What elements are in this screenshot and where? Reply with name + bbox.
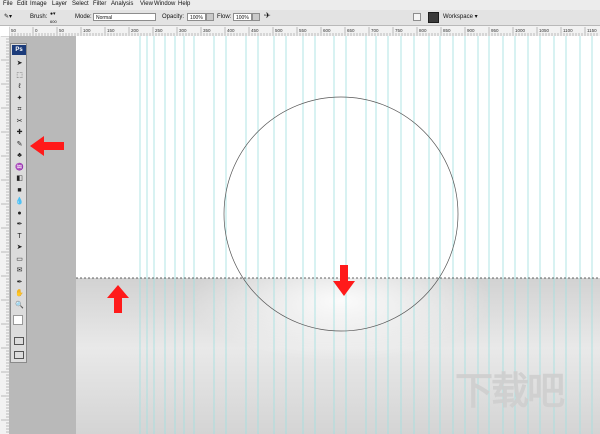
ruler-label: 200: [131, 28, 139, 33]
ruler-label: 1000: [515, 28, 526, 33]
ruler-label: 450: [251, 28, 259, 33]
ruler-label: 150: [107, 28, 115, 33]
arrow-left-icon: [30, 136, 64, 156]
ruler-label: 950: [491, 28, 499, 33]
ruler-label: 50: [59, 28, 65, 33]
floor-highlight: [191, 241, 491, 361]
crop-tool-icon[interactable]: ⌗: [15, 105, 24, 114]
path-selection-tool-icon[interactable]: ➤: [15, 243, 24, 252]
ruler-label: 0: [35, 28, 38, 33]
menu-help[interactable]: Help: [178, 1, 190, 8]
clone-stamp-tool-icon[interactable]: ♣: [15, 151, 24, 160]
slice-tool-icon[interactable]: ✂: [15, 117, 24, 126]
menu-filter[interactable]: Filter: [93, 1, 106, 8]
notes-tool-icon[interactable]: ✉: [15, 266, 24, 275]
ruler-label: 850: [443, 28, 451, 33]
eyedropper-tool-icon[interactable]: ✒: [15, 278, 24, 287]
type-tool-icon[interactable]: T: [15, 232, 24, 241]
ruler-label: 1150: [587, 28, 597, 33]
ruler-ticks: 50 0 50 100 150 200 250 300 350 400 450 500 550 600 65…: [9, 27, 598, 36]
quick-mask-icon[interactable]: [14, 337, 24, 345]
move-tool-icon[interactable]: ➤: [15, 59, 24, 68]
zoom-tool-icon[interactable]: 🔍: [15, 301, 24, 310]
arrow-down-icon: [333, 265, 355, 296]
history-brush-tool-icon[interactable]: ♒: [15, 163, 24, 172]
blur-tool-icon[interactable]: 💧: [15, 197, 24, 206]
screen-mode-icon[interactable]: [14, 351, 24, 359]
brush-label: Brush:: [30, 14, 48, 20]
bridge-button[interactable]: [428, 12, 439, 23]
ruler-label: 650: [347, 28, 355, 33]
ruler-label: 500: [275, 28, 283, 33]
menu-analysis[interactable]: Analysis: [111, 1, 133, 8]
mode-select[interactable]: Normal: [93, 13, 156, 21]
photoshop-logo: Ps: [12, 45, 26, 55]
flow-field[interactable]: 100%: [233, 13, 252, 21]
menu-select[interactable]: Select: [72, 1, 89, 8]
vertical-ruler-ticks: [1, 36, 9, 433]
eraser-tool-icon[interactable]: ◧: [15, 174, 24, 183]
menu-edit[interactable]: Edit: [17, 1, 27, 8]
menu-layer[interactable]: Layer: [52, 1, 67, 8]
airbrush-icon[interactable]: ✈: [264, 12, 271, 20]
hand-tool-icon[interactable]: ✋: [15, 289, 24, 298]
brush-tool-preset-icon[interactable]: ✎▾: [4, 14, 12, 21]
ruler-label: 550: [299, 28, 307, 33]
marquee-tool-icon[interactable]: ⬚: [15, 71, 24, 80]
panel-toggle-button[interactable]: [413, 13, 421, 21]
brush-tool-icon[interactable]: ✎: [15, 140, 24, 149]
ruler-label: 700: [371, 28, 379, 33]
ruler-label: 250: [155, 28, 163, 33]
opacity-label: Opacity:: [162, 14, 185, 20]
mode-label: Mode:: [75, 14, 92, 20]
magic-wand-tool-icon[interactable]: ✦: [15, 94, 24, 103]
flow-dropdown-button[interactable]: [252, 13, 260, 21]
watermark-logo: 下载吧: [455, 369, 565, 413]
brush-size-value: 600: [50, 19, 57, 24]
workspace-menu[interactable]: Workspace ▾: [443, 13, 489, 22]
ruler-label: 100: [83, 28, 91, 33]
rectangle-tool-icon[interactable]: ▭: [15, 255, 24, 264]
brush-tip-icon[interactable]: ●▾: [50, 11, 56, 18]
menu-window[interactable]: Window: [154, 1, 175, 8]
ruler-label: 50: [11, 28, 17, 33]
dodge-tool-icon[interactable]: ●: [15, 209, 24, 218]
lasso-tool-icon[interactable]: ℓ: [15, 82, 24, 91]
arrow-up-icon: [107, 285, 129, 313]
ruler-label: 1100: [563, 28, 573, 33]
ruler-label: 1050: [539, 28, 550, 33]
menu-file[interactable]: File: [3, 1, 13, 8]
tools-panel: Ps ➤ ⬚ ℓ ✦ ⌗ ✂ ✚ ✎ ♣ ♒ ◧ ■ 💧 ● ✒ T ➤ ▭ ✉ ✒ ✋ 🔍: [10, 43, 27, 363]
ruler-label: 600: [323, 28, 331, 33]
pen-tool-icon[interactable]: ✒: [15, 220, 24, 229]
ruler-label: 300: [179, 28, 187, 33]
opacity-dropdown-button[interactable]: [206, 13, 214, 21]
ruler-label: 750: [395, 28, 403, 33]
flow-label: Flow:: [217, 14, 232, 20]
menu-view[interactable]: View: [140, 1, 153, 8]
foreground-color-swatch[interactable]: [13, 315, 23, 325]
healing-brush-tool-icon[interactable]: ✚: [15, 128, 24, 137]
ruler-label: 800: [419, 28, 427, 33]
ruler-label: 400: [227, 28, 235, 33]
menu-image[interactable]: Image: [30, 1, 47, 8]
options-bar: ✎▾ Brush: ●▾ 600 Mode: Normal Opacity: 1…: [0, 10, 600, 26]
ruler-label: 350: [203, 28, 211, 33]
ruler-label: 900: [467, 28, 475, 33]
opacity-field[interactable]: 100%: [187, 13, 206, 21]
gradient-tool-icon[interactable]: ■: [15, 186, 24, 195]
